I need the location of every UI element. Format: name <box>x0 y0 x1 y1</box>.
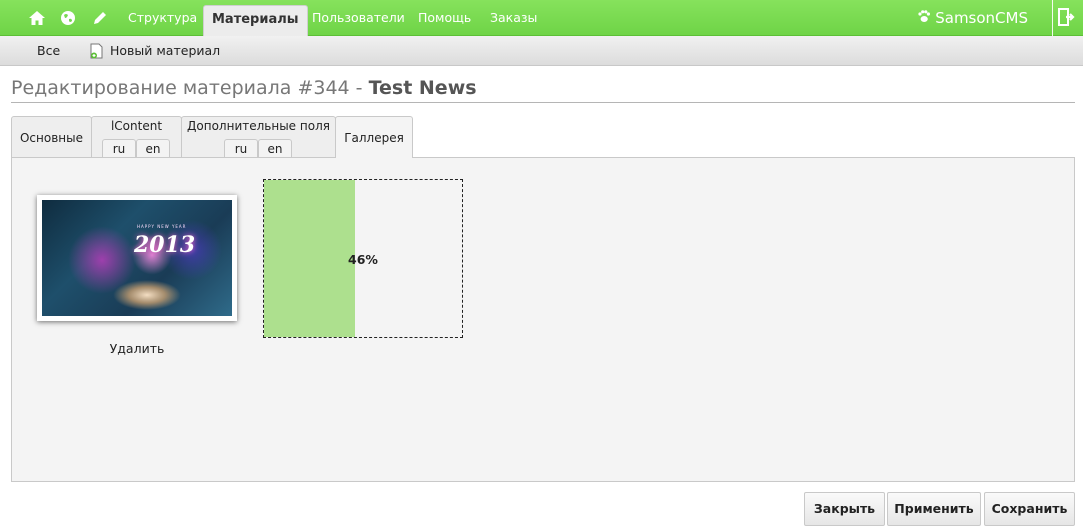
home-icon[interactable] <box>26 7 48 29</box>
tab-extra-en[interactable]: en <box>258 139 292 159</box>
gallery-image: HAPPY NEW YEAR 2013 <box>42 200 232 316</box>
tab-icontent-label: lContent <box>110 119 163 133</box>
brand-name: SamsonCMS <box>935 9 1028 27</box>
new-document-icon[interactable] <box>90 43 104 63</box>
nav-structure[interactable]: Структура <box>128 0 197 36</box>
sub-navigation-bar: Все Новый материал <box>0 36 1083 66</box>
tab-icontent-ru[interactable]: ru <box>102 139 136 159</box>
gallery-image-caption: HAPPY NEW YEAR <box>137 224 187 229</box>
globe-icon[interactable] <box>57 7 79 29</box>
gallery-panel: HAPPY NEW YEAR 2013 Удалить 46% <box>11 157 1075 482</box>
subnav-new-material[interactable]: Новый материал <box>110 36 220 66</box>
tab-extra-fields-label: Дополнительные поля <box>187 119 330 133</box>
tab-gallery[interactable]: Галлерея <box>335 116 413 158</box>
gallery-image-text: 2013 <box>134 232 196 258</box>
page-title: Редактирование материала #344 - Test New… <box>11 77 1075 103</box>
brand-logo[interactable]: SamsonCMS <box>917 0 1028 36</box>
page-title-name: Test News <box>368 77 477 99</box>
topbar-divider <box>1052 0 1053 36</box>
gallery-thumbnail[interactable]: HAPPY NEW YEAR 2013 <box>37 195 237 321</box>
tab-extra-fields[interactable]: Дополнительные поля ru en <box>181 116 336 159</box>
tab-main[interactable]: Основные <box>11 116 92 158</box>
delete-image-link[interactable]: Удалить <box>37 341 237 356</box>
save-button[interactable]: Сохранить <box>984 492 1075 526</box>
paw-icon <box>917 9 931 27</box>
upload-progress-box: 46% <box>263 179 463 338</box>
page-title-prefix: Редактирование материала #344 - <box>11 77 369 99</box>
tab-icontent-en[interactable]: en <box>136 139 170 159</box>
tab-extra-ru[interactable]: ru <box>224 139 258 159</box>
exit-icon[interactable] <box>1058 8 1076 30</box>
tab-main-label: Основные <box>19 131 83 145</box>
pencil-icon[interactable] <box>89 7 111 29</box>
nav-users[interactable]: Пользователи <box>312 0 405 36</box>
top-navigation-bar: Структура Материалы Пользователи Помощь … <box>0 0 1083 36</box>
nav-help[interactable]: Помощь <box>418 0 471 36</box>
tab-icontent[interactable]: lContent ru en <box>91 116 182 159</box>
nav-materials[interactable]: Материалы <box>203 5 308 36</box>
upload-progress-label: 46% <box>348 252 378 267</box>
subnav-all[interactable]: Все <box>37 36 60 66</box>
tab-gallery-label: Галлерея <box>344 131 404 145</box>
apply-button[interactable]: Применить <box>887 492 981 526</box>
close-button[interactable]: Закрыть <box>804 492 885 526</box>
nav-orders[interactable]: Заказы <box>490 0 537 36</box>
